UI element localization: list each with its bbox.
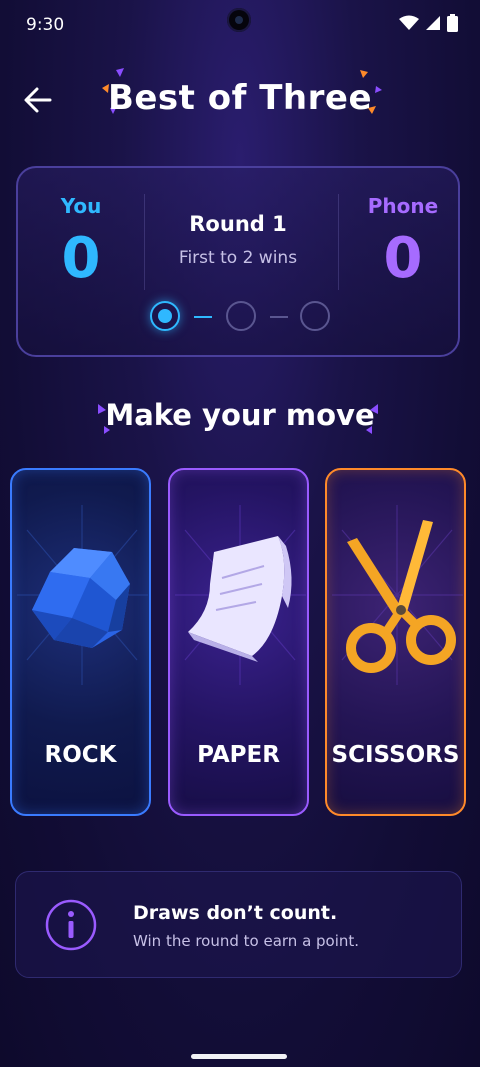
round-indicator-2 xyxy=(226,301,256,331)
cellular-signal-icon xyxy=(426,16,440,30)
opponent-score: 0 xyxy=(383,226,423,291)
paper-icon xyxy=(175,505,306,685)
info-subtitle: Win the round to earn a point. xyxy=(133,932,360,950)
round-indicator-3 xyxy=(300,301,330,331)
info-title: Draws don’t count. xyxy=(133,902,338,924)
move-heading: Make your move xyxy=(105,398,375,432)
wifi-icon xyxy=(399,15,419,30)
scissors-icon xyxy=(332,505,463,685)
scissors-card[interactable]: SCISSORS xyxy=(325,468,466,816)
home-indicator[interactable] xyxy=(191,1054,287,1059)
scoreboard: You 0 Round 1 First to 2 wins Phone 0 xyxy=(16,166,460,357)
round-connector xyxy=(194,316,212,318)
rock-label: ROCK xyxy=(44,742,117,768)
paper-label: PAPER xyxy=(197,742,280,768)
status-time: 9:30 xyxy=(26,15,65,35)
rock-card[interactable]: ROCK xyxy=(10,468,151,816)
info-icon xyxy=(45,899,97,951)
system-icons xyxy=(399,14,458,32)
round-progress xyxy=(148,301,334,337)
scissors-label: SCISSORS xyxy=(331,742,460,768)
score-divider-right xyxy=(338,194,339,290)
page-title: Best of Three xyxy=(107,78,373,118)
opponent-label: Phone xyxy=(367,194,439,218)
round-connector xyxy=(270,316,288,318)
score-divider-left xyxy=(144,194,145,290)
paper-card[interactable]: PAPER xyxy=(168,468,309,816)
front-camera xyxy=(227,8,251,32)
status-bar: 9:30 xyxy=(0,0,480,50)
rock-icon xyxy=(17,505,148,685)
info-panel: Draws don’t count. Win the round to earn… xyxy=(15,871,462,978)
round-indicator-1 xyxy=(150,301,180,331)
battery-icon xyxy=(447,14,458,32)
